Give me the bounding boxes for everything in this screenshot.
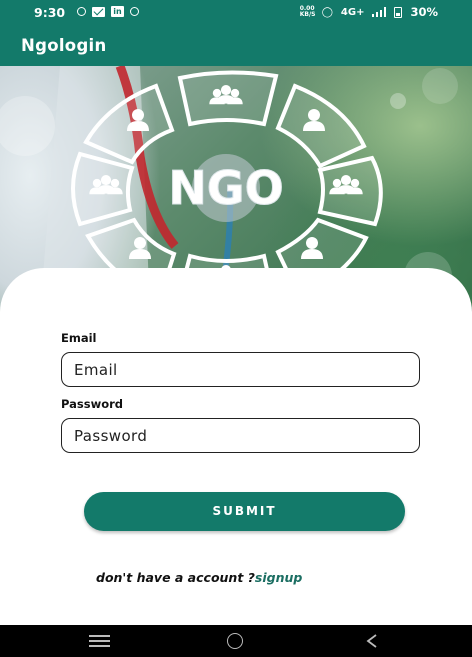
system-icons: 0.00 KB/S ◯ 4G+ 30% <box>300 5 438 19</box>
wifi-icon: ◯ <box>321 6 333 18</box>
submit-button[interactable]: SUBMIT <box>84 492 405 531</box>
app-title: Ngologin <box>21 36 107 55</box>
battery-percent: 30% <box>410 5 438 19</box>
status-bar: 9:30 in 0.00 KB/S ◯ 4G+ 30% <box>0 0 472 26</box>
password-label: Password <box>61 397 123 411</box>
email-label: Email <box>61 331 97 345</box>
notification-icons: in <box>77 6 139 17</box>
data-saver-icon <box>130 7 139 16</box>
mail-icon <box>92 6 105 17</box>
sync-icon <box>77 7 86 16</box>
status-time: 9:30 <box>34 5 66 20</box>
signal-icon <box>372 7 387 17</box>
email-placeholder: Email <box>74 361 118 379</box>
signup-link[interactable]: signup <box>255 570 302 585</box>
menu-icon[interactable] <box>89 635 110 647</box>
back-icon[interactable] <box>366 634 378 648</box>
signup-prompt: don't have a account ? <box>96 570 255 585</box>
linkedin-icon: in <box>111 6 124 17</box>
navigation-bar <box>0 625 472 657</box>
home-icon[interactable] <box>227 633 243 649</box>
email-field[interactable]: Email <box>61 352 420 387</box>
app-bar: Ngologin <box>0 26 472 66</box>
signup-prompt-line: don't have a account ?signup <box>96 570 302 585</box>
network-type: 4G+ <box>340 6 365 18</box>
battery-icon <box>394 6 403 18</box>
network-speed: 0.00 KB/S <box>299 5 316 18</box>
hero-logo-text: NGO <box>168 161 283 215</box>
password-placeholder: Password <box>74 427 148 445</box>
password-field[interactable]: Password <box>61 418 420 453</box>
